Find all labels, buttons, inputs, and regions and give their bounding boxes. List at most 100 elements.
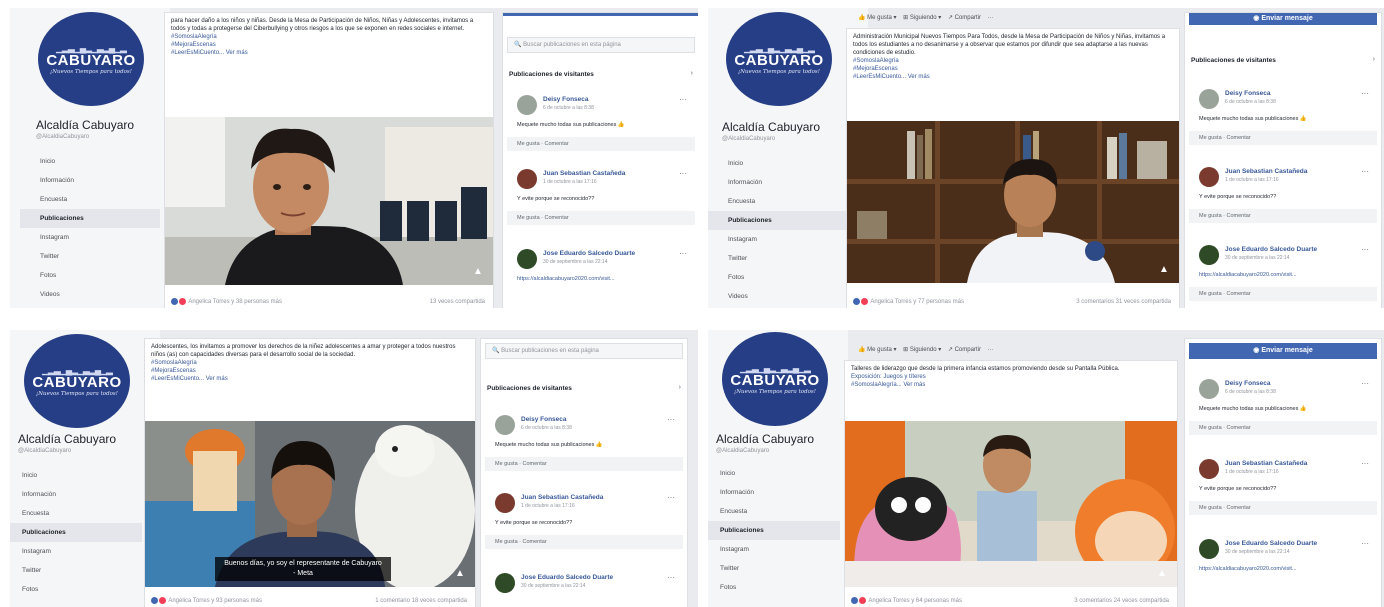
avatar[interactable] [517, 95, 537, 115]
nav-item-twitter[interactable]: Twitter [708, 249, 848, 268]
more-button[interactable]: ··· [988, 347, 994, 353]
page-logo[interactable]: ▁▂▃▁▄▂▁▃▂▄▁▂ CABUYARO ¡Nuevos Tiempos pa… [726, 12, 832, 106]
visitor-name[interactable]: Deisy Fonseca [521, 416, 567, 423]
chevron-right-icon[interactable]: › [691, 70, 693, 77]
visitor-name[interactable]: Deisy Fonseca [1225, 90, 1271, 97]
nav-item-publicaciones[interactable]: Publicaciones [10, 523, 142, 542]
volume-icon[interactable]: ▲ [1157, 569, 1167, 579]
post-hashtag[interactable]: #MejoraEscenas [171, 41, 487, 49]
page-name[interactable]: Alcaldía Cabuyaro [18, 432, 116, 446]
visitor-date[interactable]: 1 de octubre a las 17:16 [521, 503, 575, 509]
following-button[interactable]: ⊞ Siguiendo ▾ [903, 15, 941, 21]
post-hashtag[interactable]: #SomoslaAlegría [853, 57, 1173, 65]
visitor-name[interactable]: Jose Eduardo Salcedo Duarte [1225, 540, 1317, 547]
send-message-button[interactable]: ◉ Enviar mensaje [1189, 13, 1377, 25]
avatar[interactable] [495, 415, 515, 435]
like-comment-bar[interactable]: Me gusta · Comentar [485, 457, 683, 471]
share-button[interactable]: ↗ Compartir [948, 15, 981, 21]
page-name[interactable]: Alcaldía Cabuyaro [36, 118, 134, 132]
more-options-icon[interactable]: ··· [667, 573, 675, 582]
chevron-right-icon[interactable]: › [679, 384, 681, 391]
like-comment-bar[interactable]: Me gusta · Comentar [1189, 209, 1377, 223]
avatar[interactable] [1199, 379, 1219, 399]
visitor-link[interactable]: https://alcaldiacabuyaro2020.com/visit..… [1199, 566, 1297, 572]
visitor-date[interactable]: 6 de octubre a las 8:38 [543, 105, 594, 111]
visitor-date[interactable]: 1 de octubre a las 17:16 [1225, 177, 1279, 183]
page-logo[interactable]: ▁▂▃▁▄▂▁▃▂▄▁▂ CABUYARO ¡Nuevos Tiempos pa… [38, 12, 144, 106]
following-button[interactable]: ⊞ Siguiendo ▾ [903, 347, 941, 353]
post-video[interactable]: ▲ [845, 421, 1177, 587]
volume-icon[interactable]: ▲ [1159, 265, 1169, 275]
nav-item-publicaciones[interactable]: Publicaciones [20, 209, 160, 228]
avatar[interactable] [1199, 245, 1219, 265]
avatar[interactable] [517, 169, 537, 189]
visitor-date[interactable]: 6 de octubre a las 8:38 [1225, 389, 1276, 395]
like-button[interactable]: 👍 Me gusta ▾ [858, 15, 897, 21]
visitor-name[interactable]: Deisy Fonseca [1225, 380, 1271, 387]
page-handle[interactable]: @AlcaldiaCabuyaro [722, 136, 775, 142]
nav-item-inicio[interactable]: Inicio [20, 152, 160, 171]
more-options-icon[interactable]: ··· [679, 249, 687, 258]
visitor-date[interactable]: 30 de septiembre a las 22:14 [1225, 549, 1290, 555]
visitor-date[interactable]: 6 de octubre a las 8:38 [521, 425, 572, 431]
like-comment-bar[interactable]: Me gusta · Comentar [507, 211, 695, 225]
visitor-name[interactable]: Jose Eduardo Salcedo Duarte [1225, 246, 1317, 253]
nav-item-fotos[interactable]: Fotos [708, 268, 848, 287]
chevron-right-icon[interactable]: › [1373, 56, 1375, 63]
nav-item-informacion[interactable]: Información [708, 173, 848, 192]
visitor-name[interactable]: Deisy Fonseca [543, 96, 589, 103]
nav-item-encuesta[interactable]: Encuesta [10, 504, 142, 523]
post-video[interactable]: Buenos días, yo soy el representante de … [145, 421, 475, 587]
visitor-date[interactable]: 30 de septiembre a las 22:14 [521, 583, 586, 589]
like-comment-bar[interactable]: Me gusta · Comentar [485, 535, 683, 549]
like-comment-bar[interactable]: Me gusta · Comentar [1189, 287, 1377, 301]
nav-item-instagram[interactable]: Instagram [708, 540, 840, 559]
nav-item-instagram[interactable]: Instagram [708, 230, 848, 249]
nav-item-instagram[interactable]: Instagram [20, 228, 160, 247]
nav-item-videos[interactable]: Videos [20, 285, 160, 304]
post-hashtag[interactable]: #LeerEsMiCuento... Ver más [853, 73, 1173, 81]
nav-item-encuesta[interactable]: Encuesta [708, 502, 840, 521]
nav-item-inicio[interactable]: Inicio [708, 154, 848, 173]
avatar[interactable] [1199, 89, 1219, 109]
more-options-icon[interactable]: ··· [1361, 89, 1369, 98]
visitor-date[interactable]: 6 de octubre a las 8:38 [1225, 99, 1276, 105]
avatar[interactable] [495, 493, 515, 513]
nav-item-informacion[interactable]: Información [708, 483, 840, 502]
visitor-date[interactable]: 30 de septiembre a las 22:14 [543, 259, 608, 265]
nav-item-instagram[interactable]: Instagram [10, 542, 142, 561]
shares-count[interactable]: 1 comentario 18 veces compartida [375, 598, 467, 604]
page-search-input[interactable]: 🔍 Buscar publicaciones en esta página [485, 343, 683, 359]
page-logo[interactable]: ▁▂▃▁▄▂▁▃▂▄▁▂ CABUYARO ¡Nuevos Tiempos pa… [24, 334, 130, 428]
avatar[interactable] [495, 573, 515, 593]
visitor-date[interactable]: 1 de octubre a las 17:16 [543, 179, 597, 185]
visitor-posts-title[interactable]: Publicaciones de visitantes [1191, 57, 1276, 64]
reactions-summary[interactable]: Angelica Torres y 64 personas más [851, 596, 962, 604]
post-hashtag[interactable]: #LeerEsMiCuento... Ver más [171, 49, 487, 57]
nav-item-publicaciones[interactable]: Publicaciones [708, 521, 840, 540]
visitor-link[interactable]: https://alcaldiacabuyaro2020.com/visit..… [1199, 272, 1297, 278]
more-button[interactable]: ··· [988, 15, 994, 21]
send-message-button[interactable]: ◉ Enviar mensaje [1189, 343, 1377, 359]
like-comment-bar[interactable]: Me gusta · Comentar [1189, 131, 1377, 145]
visitor-link[interactable]: https://alcaldiacabuyaro2020.com/visit..… [517, 276, 615, 282]
post-hashtag[interactable]: #LeerEsMiCuento... Ver más [151, 375, 469, 383]
nav-item-fotos[interactable]: Fotos [10, 580, 142, 599]
nav-item-fotos[interactable]: Fotos [708, 578, 840, 597]
more-options-icon[interactable]: ··· [667, 493, 675, 502]
post-video[interactable]: ▲ [847, 121, 1179, 283]
reactions-summary[interactable]: Angelica Torres y 38 personas más [171, 297, 282, 305]
like-comment-bar[interactable]: Me gusta · Comentar [507, 137, 695, 151]
visitor-posts-title[interactable]: Publicaciones de visitantes [509, 71, 594, 78]
like-comment-bar[interactable]: Me gusta · Comentar [1189, 501, 1377, 515]
shares-count[interactable]: 3 comentarios 24 veces compartida [1074, 598, 1169, 604]
more-options-icon[interactable]: ··· [667, 415, 675, 424]
visitor-posts-title[interactable]: Publicaciones de visitantes [487, 385, 572, 392]
more-options-icon[interactable]: ··· [1361, 167, 1369, 176]
post-hashtag[interactable]: Exposición: Juegos y títeres [851, 373, 1171, 381]
visitor-name[interactable]: Jose Eduardo Salcedo Duarte [543, 250, 635, 257]
visitor-name[interactable]: Juan Sebastian Castañeda [1225, 460, 1307, 467]
avatar[interactable] [1199, 167, 1219, 187]
volume-icon[interactable]: ▲ [473, 267, 483, 277]
more-options-icon[interactable]: ··· [679, 169, 687, 178]
